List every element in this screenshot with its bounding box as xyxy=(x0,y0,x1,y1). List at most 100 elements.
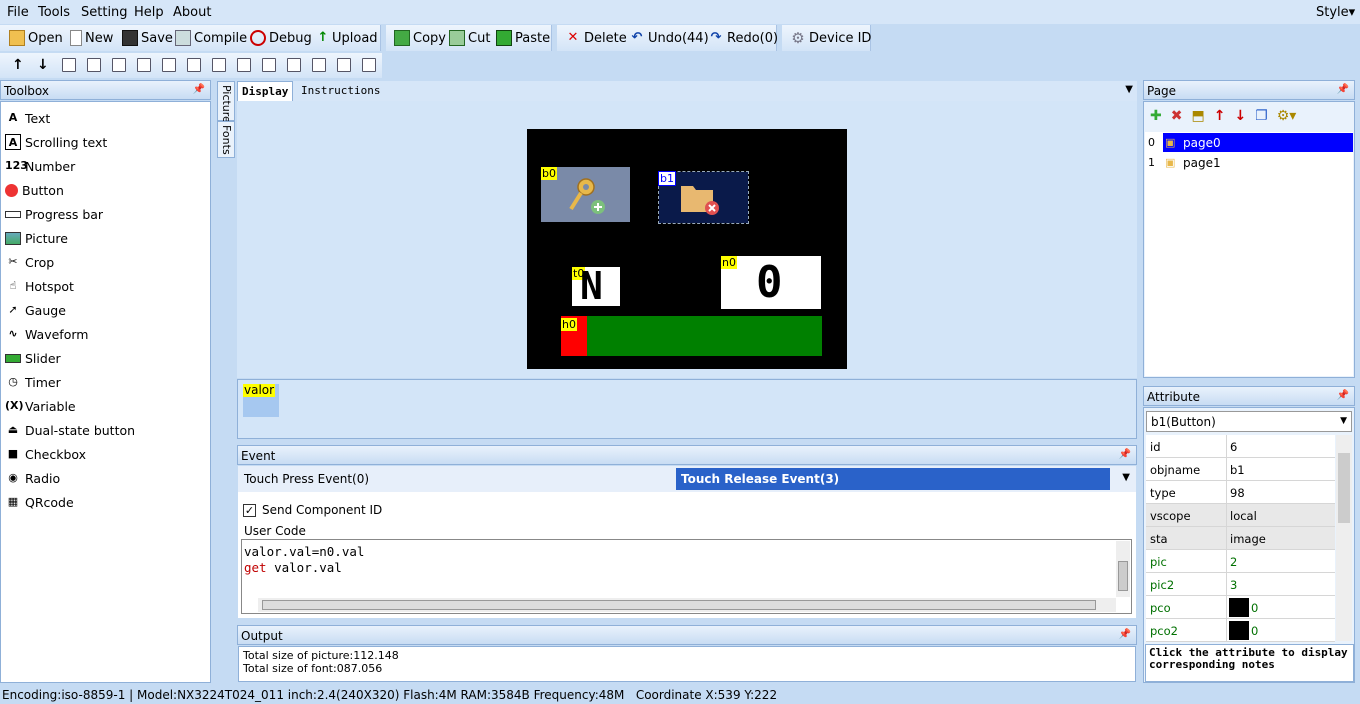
toolbox-item[interactable]: (X) Variable xyxy=(5,396,76,416)
toolbox-item[interactable]: Button xyxy=(5,180,64,200)
same-height-icon[interactable] xyxy=(262,58,276,72)
attribute-row[interactable]: pic 2 xyxy=(1146,550,1335,573)
center-vertical-icon[interactable] xyxy=(187,58,201,72)
code-vscroll-thumb[interactable] xyxy=(1118,561,1128,591)
attribute-row[interactable]: pic2 3 xyxy=(1146,573,1335,596)
undo-button[interactable]: ↶ Undo(44) xyxy=(629,29,709,47)
paste-button[interactable]: Paste xyxy=(496,29,550,47)
component-b1[interactable]: b1 xyxy=(658,171,749,224)
bring-forward-icon[interactable]: ↑ xyxy=(12,58,26,72)
center-horizontal-icon[interactable] xyxy=(162,58,176,72)
new-button[interactable]: New xyxy=(70,29,113,47)
color-swatch[interactable] xyxy=(1229,598,1249,617)
toolbox-item[interactable]: 123 Number xyxy=(5,156,75,176)
attribute-row[interactable]: type 98 xyxy=(1146,481,1335,504)
attribute-scroll-thumb[interactable] xyxy=(1338,453,1350,523)
debug-button[interactable]: Debug xyxy=(250,29,312,47)
save-button[interactable]: Save xyxy=(122,29,173,47)
insert-page-icon[interactable]: ⬒ xyxy=(1191,108,1204,124)
toolbox-item[interactable]: ➚ Gauge xyxy=(5,300,66,320)
toolbox-item[interactable]: Picture xyxy=(5,228,68,248)
menu-setting[interactable]: Setting xyxy=(81,5,128,20)
code-hscroll-thumb[interactable] xyxy=(262,600,1096,610)
distribute-horizontal-icon[interactable] xyxy=(312,58,326,72)
tab-touch-press[interactable]: Touch Press Event(0) xyxy=(244,472,369,486)
delete-page-icon[interactable]: ✖ xyxy=(1171,108,1183,124)
compile-button[interactable]: Compile xyxy=(175,29,247,47)
attribute-row[interactable]: vscope local xyxy=(1146,504,1335,527)
component-n0[interactable]: n0 0 xyxy=(721,256,821,309)
align-left-icon[interactable] xyxy=(62,58,76,72)
page-item[interactable]: 1 ▣ page1 xyxy=(1145,153,1353,172)
attribute-row[interactable]: sta image xyxy=(1146,527,1335,550)
tab-fonts[interactable]: Fonts xyxy=(217,121,235,158)
tab-dropdown-icon[interactable]: ▼ xyxy=(1125,84,1133,95)
tab-touch-release[interactable]: Touch Release Event(3) xyxy=(676,468,1110,490)
component-h0[interactable]: h0 xyxy=(561,316,822,356)
page-options-icon[interactable]: ⚙▾ xyxy=(1277,108,1297,124)
add-page-icon[interactable]: ✚ xyxy=(1150,108,1162,124)
attribute-scrollbar[interactable] xyxy=(1336,435,1352,641)
device-id-button[interactable]: ⚙ Device ID xyxy=(790,29,871,47)
component-selector[interactable]: b1(Button) ▼ xyxy=(1146,411,1352,432)
toolbox-item[interactable]: ∿ Waveform xyxy=(5,324,88,344)
attribute-row[interactable]: pco 0 xyxy=(1146,596,1335,619)
component-t0[interactable]: t0 N xyxy=(572,265,620,307)
component-b0[interactable]: b0 xyxy=(541,167,630,222)
attribute-row[interactable]: id 6 xyxy=(1146,435,1335,458)
code-horizontal-scrollbar[interactable] xyxy=(258,598,1116,612)
output-panel[interactable]: Total size of picture:112.148 Total size… xyxy=(238,646,1136,682)
menu-file[interactable]: File xyxy=(7,5,29,20)
toolbox-item[interactable]: Progress bar xyxy=(5,204,103,224)
send-backward-icon[interactable]: ↓ xyxy=(37,58,51,72)
space-evenly-icon[interactable] xyxy=(362,58,376,72)
move-page-up-icon[interactable]: ↑ xyxy=(1214,108,1226,124)
toolbox-item[interactable]: ▦ QRcode xyxy=(5,492,74,512)
copy-page-icon[interactable]: ❐ xyxy=(1255,108,1268,124)
user-code-editor[interactable]: valor.val=n0.val get valor.val xyxy=(241,539,1132,614)
toolbox-item[interactable]: ■ Checkbox xyxy=(5,444,86,464)
align-right-icon[interactable] xyxy=(87,58,101,72)
open-button[interactable]: Open xyxy=(9,29,63,47)
pin-icon[interactable]: 📌 xyxy=(1337,84,1349,95)
same-size-icon[interactable] xyxy=(287,58,301,72)
pin-icon[interactable]: 📌 xyxy=(193,84,205,95)
attribute-row[interactable]: objname b1 xyxy=(1146,458,1335,481)
distribute-vertical-icon[interactable] xyxy=(337,58,351,72)
redo-button[interactable]: ↷ Redo(0) xyxy=(708,29,779,47)
same-width-icon[interactable] xyxy=(237,58,251,72)
toolbox-item[interactable]: ☝ Hotspot xyxy=(5,276,74,296)
pin-icon[interactable]: 📌 xyxy=(1337,390,1349,401)
toolbox-item[interactable]: A Text xyxy=(5,108,51,128)
toolbox-item[interactable]: ⏏ Dual-state button xyxy=(5,420,135,440)
align-bottom-icon[interactable] xyxy=(137,58,151,72)
tab-instructions[interactable]: Instructions xyxy=(297,81,384,101)
page-item[interactable]: 0 ▣ page0 xyxy=(1145,133,1353,152)
style-menu[interactable]: Style▾ xyxy=(1316,5,1355,20)
center-both-icon[interactable] xyxy=(212,58,226,72)
upload-button[interactable]: ↑ Upload xyxy=(317,29,378,47)
menu-about[interactable]: About xyxy=(173,5,211,20)
menu-help[interactable]: Help xyxy=(134,5,164,20)
toolbox-item[interactable]: ◉ Radio xyxy=(5,468,60,488)
code-vertical-scrollbar[interactable] xyxy=(1116,541,1130,597)
color-swatch[interactable] xyxy=(1229,621,1249,640)
delete-button[interactable]: ✕ Delete xyxy=(565,29,627,47)
pin-icon[interactable]: 📌 xyxy=(1119,629,1131,640)
pin-icon[interactable]: 📌 xyxy=(1119,449,1131,460)
align-top-icon[interactable] xyxy=(112,58,126,72)
toolbox-item[interactable]: ✂ Crop xyxy=(5,252,54,272)
attribute-row[interactable]: pco2 0 xyxy=(1146,619,1335,642)
event-tab-dropdown-icon[interactable]: ▼ xyxy=(1122,472,1130,483)
copy-button[interactable]: Copy xyxy=(394,29,446,47)
variable-valor[interactable]: valor xyxy=(243,384,279,417)
device-screen[interactable]: b0 b1 t0 N n0 0 h0 xyxy=(527,129,847,369)
toolbox-item[interactable]: A Scrolling text xyxy=(5,132,107,152)
menu-tools[interactable]: Tools xyxy=(38,5,70,20)
toolbox-item[interactable]: Slider xyxy=(5,348,61,368)
cut-button[interactable]: Cut xyxy=(449,29,490,47)
tab-display[interactable]: Display xyxy=(237,81,294,101)
toolbox-item[interactable]: ◷ Timer xyxy=(5,372,61,392)
move-page-down-icon[interactable]: ↓ xyxy=(1234,108,1246,124)
send-component-id-checkbox[interactable]: ✓ xyxy=(243,503,256,517)
